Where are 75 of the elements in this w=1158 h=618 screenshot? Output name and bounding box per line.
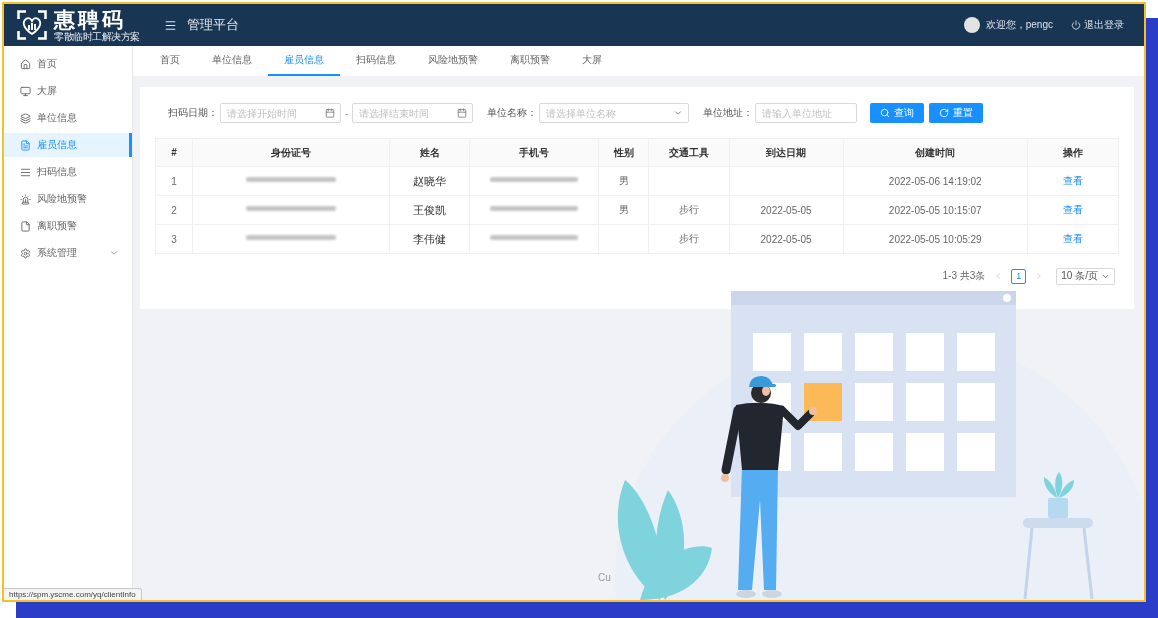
monitor-icon (20, 85, 31, 97)
sidebar-item[interactable]: 扫码信息 (4, 160, 132, 184)
sidebar-item[interactable]: 首页 (4, 52, 132, 76)
chevron-down-icon (673, 108, 684, 118)
calendar-icon (457, 108, 468, 118)
tab[interactable]: 大屏 (566, 46, 618, 76)
field-label: 单位地址： (703, 106, 754, 120)
tab[interactable]: 首页 (144, 46, 196, 76)
logo-icon (17, 10, 47, 40)
footer-text: Cu (598, 572, 611, 583)
file-icon (20, 220, 31, 232)
table-cell: 步行 (649, 195, 730, 225)
table-cell: 2022-05-05 10:05:29 (843, 224, 1028, 254)
field-label: 单位名称： (487, 106, 538, 120)
table-cell: 男 (598, 195, 649, 225)
page-button[interactable]: 1 (1011, 268, 1027, 284)
sidebar-item[interactable]: 大屏 (4, 79, 132, 103)
app-title: 管理平台 (186, 16, 239, 34)
sidebar-item[interactable]: 单位信息 (4, 106, 132, 130)
table-cell: 2022-05-06 14:19:02 (843, 166, 1028, 196)
tab[interactable]: 离职预警 (494, 46, 566, 76)
view-link[interactable]: 查看 (1062, 175, 1083, 186)
table-cell: 2022-05-05 10:15:07 (843, 195, 1028, 225)
column-header: 创建时间 (843, 138, 1028, 167)
view-link[interactable]: 查看 (1062, 233, 1083, 244)
table-cell: 步行 (649, 224, 730, 254)
column-header: 操作 (1027, 138, 1119, 167)
tab[interactable]: 雇员信息 (268, 46, 340, 76)
field-label: 扫码日期： (168, 106, 218, 120)
sidebar-item[interactable]: 系统管理 (4, 241, 132, 265)
document-icon (20, 139, 31, 151)
greeting-text: 欢迎您，pengc (985, 18, 1053, 32)
column-header: # (155, 138, 193, 167)
column-header: 身份证号 (192, 138, 390, 167)
list-icon (20, 166, 31, 178)
view-link[interactable]: 查看 (1062, 204, 1083, 215)
column-header: 姓名 (389, 138, 470, 167)
tab[interactable]: 扫码信息 (340, 46, 412, 76)
logout-button[interactable]: 退出登录 (1071, 18, 1124, 32)
settings-icon (20, 247, 31, 259)
table-cell: 2022-05-05 (729, 195, 844, 225)
home-icon (20, 58, 31, 70)
sidebar-item[interactable]: 离职预警 (4, 214, 132, 238)
table-cell: 李伟健 (389, 224, 470, 254)
column-header: 交通工具 (649, 138, 730, 167)
table-cell: 王俊凯 (389, 195, 470, 225)
reload-icon (939, 108, 950, 118)
tab[interactable]: 风险地预警 (412, 46, 494, 76)
table-cell: 2 (155, 195, 193, 225)
status-url: https://spm.yscme.com/yq/clientInfo (4, 588, 142, 600)
sidebar-item[interactable]: 风险地预警 (4, 187, 132, 211)
avatar-icon (963, 17, 980, 33)
table-cell: 3 (155, 224, 193, 254)
column-header: 性别 (598, 138, 649, 167)
tab[interactable]: 单位信息 (196, 46, 268, 76)
power-icon (1071, 20, 1081, 30)
potted-plant-drawing (1043, 472, 1074, 518)
range-separator: - (345, 107, 349, 119)
siren-icon (20, 193, 31, 205)
table-cell: 赵晓华 (389, 166, 470, 196)
logo-title: 惠聘码 (54, 8, 126, 31)
pagination-summary: 1-3 共3条 (942, 269, 986, 283)
search-icon (880, 108, 891, 118)
search-button[interactable]: 查询 (870, 103, 925, 123)
table-cell: 1 (155, 166, 193, 196)
column-header: 到达日期 (729, 138, 844, 167)
reset-button[interactable]: 重置 (929, 103, 984, 123)
column-header: 手机号 (469, 138, 599, 167)
page-size-select[interactable]: 10 条/页 (1056, 267, 1115, 285)
menu-icon[interactable] (163, 18, 177, 32)
layers-icon (20, 112, 31, 124)
table-cell: 男 (598, 166, 649, 196)
table-cell: 2022-05-05 (729, 224, 844, 254)
calendar-icon (325, 108, 335, 118)
logo-subtitle: 零散临时工解决方案 (54, 31, 140, 42)
